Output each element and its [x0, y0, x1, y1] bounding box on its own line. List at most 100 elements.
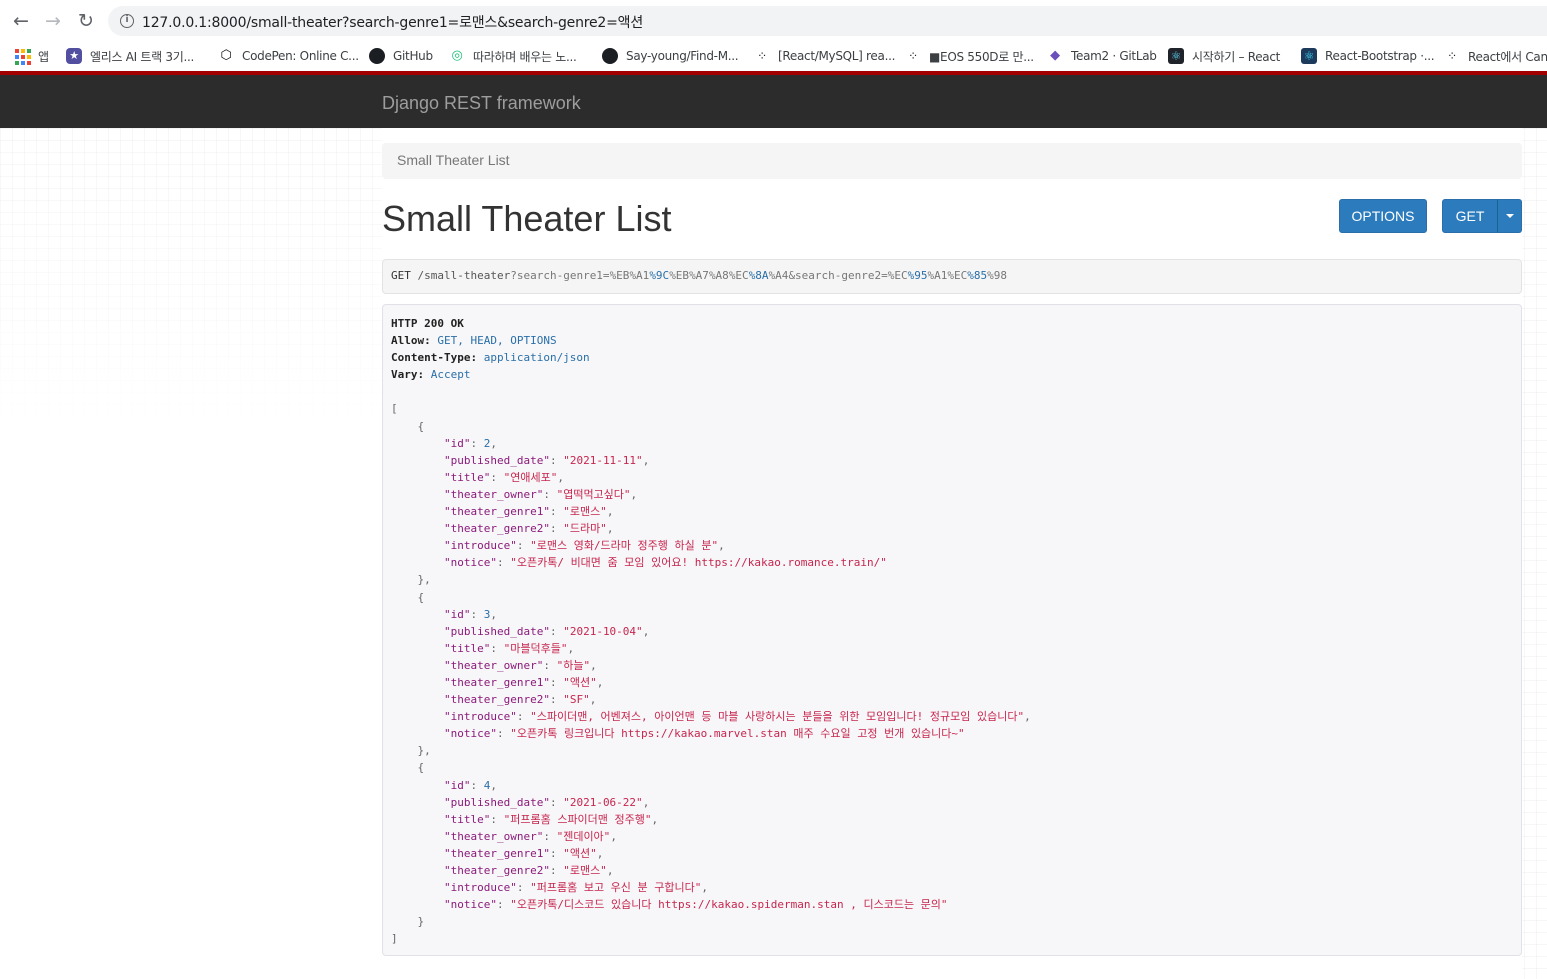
bookmark-inflearn[interactable]: ◎ 따라하며 배우는 노...: [449, 46, 576, 66]
breadcrumb-item[interactable]: Small Theater List: [397, 152, 510, 168]
json-string: "2021-06-22": [563, 795, 643, 809]
forward-arrow-icon[interactable]: →: [40, 8, 66, 34]
json-string: "퍼프롬홈 보고 우신 분 구합니다": [530, 881, 702, 895]
bookmarks-bar: 앱 ★ 엘리스 AI 트랙 3기... ⬡ CodePen: Online C.…: [0, 42, 1547, 70]
json-object-close: }: [391, 913, 1513, 930]
main-content: Small Theater List Small Theater List OP…: [382, 128, 1522, 979]
back-arrow-icon[interactable]: ←: [8, 8, 34, 34]
react-icon: ⚛: [1168, 48, 1184, 64]
background-fade: [0, 128, 382, 979]
bookmark-react[interactable]: ⚛ 시작하기 – React: [1168, 46, 1280, 66]
bookmark-velog-can[interactable]: ⁘ React에서 Can: [1444, 46, 1547, 66]
json-string: "로맨스": [563, 505, 607, 519]
json-field: "notice": "오픈카톡 링크입니다 https://kakao.marv…: [443, 727, 965, 741]
json-key: "theater_owner": [443, 829, 544, 843]
breadcrumb: Small Theater List: [382, 143, 1522, 179]
bookmark-label: ■EOS 550D로 만...: [929, 49, 1034, 64]
json-key: "theater_genre2": [443, 864, 550, 877]
bookmark-velog-eos[interactable]: ⁘ ■EOS 550D로 만...: [905, 46, 1034, 66]
query-segment: %EC: [947, 269, 968, 282]
json-string: "로맨스": [563, 864, 607, 877]
velog-icon: ⁘: [1447, 49, 1457, 63]
bookmark-apps[interactable]: 앱: [14, 46, 49, 66]
bookmark-react-bootstrap[interactable]: ⚛ React-Bootstrap ·...: [1301, 46, 1435, 66]
json-field: "published_date": "2021-10-04",: [443, 624, 650, 638]
header-line: Allow: GET, HEAD, OPTIONS: [391, 332, 1513, 349]
brand-link[interactable]: Django REST framework: [382, 93, 581, 114]
json-link[interactable]: https://kakao.spiderman.stan: [658, 898, 843, 911]
json-key: "theater_genre1": [443, 505, 550, 519]
bookmark-github-find[interactable]: Say-young/Find-M...: [602, 46, 739, 66]
json-key: "title": [443, 812, 491, 826]
json-object-open: {: [391, 759, 1513, 776]
velog-icon: ⁘: [908, 49, 918, 63]
json-link[interactable]: https://kakao.marvel.stan: [621, 727, 787, 740]
header-line: Content-Type: application/json: [391, 349, 1513, 366]
query-segment: %A1: [927, 269, 948, 282]
header-value: Accept: [424, 368, 471, 382]
json-key: "published_date": [443, 453, 550, 467]
query-segment: %EC: [887, 269, 908, 282]
bookmark-github[interactable]: GitHub: [369, 46, 433, 66]
query-segment: %98: [987, 269, 1008, 282]
json-string: "엽떡먹고싶다": [556, 487, 631, 501]
json-key: "introduce": [443, 881, 517, 895]
apps-grid-icon: [14, 48, 31, 65]
json-string: "로맨스 영화/드라마 정주행 하실 분": [530, 539, 719, 553]
json-field: "theater_genre1": "로맨스",: [443, 505, 614, 519]
json-brace: },: [391, 744, 431, 758]
json-key: "id": [443, 436, 471, 450]
site-info-icon[interactable]: i: [120, 14, 134, 28]
header-name: Allow:: [391, 334, 431, 348]
json-string: "오픈카톡 링크입니다: [510, 727, 622, 741]
json-object-close: },: [391, 571, 1513, 588]
bookmark-velog-react[interactable]: ⁘ [React/MySQL] rea...: [754, 46, 895, 66]
json-string: "액션": [563, 846, 597, 860]
json-brace: },: [391, 573, 431, 587]
bookmark-gitlab[interactable]: ◆ Team2 · GitLab: [1047, 46, 1157, 66]
query-segment: %A7: [689, 269, 709, 282]
json-field: "id": 3,: [443, 607, 497, 621]
json-field: "theater_genre1": "액션",: [443, 675, 604, 689]
json-brace: {: [391, 590, 425, 604]
inflearn-icon: ◎: [451, 48, 463, 63]
query-segment: %A4: [768, 269, 789, 282]
json-field: "theater_owner": "하늘",: [443, 658, 597, 672]
json-object-close: },: [391, 742, 1513, 759]
get-format-dropdown[interactable]: [1497, 199, 1522, 233]
browser-toolbar: ← → ↻ i 127.0.0.1:8000/small-theater?sea…: [0, 0, 1547, 42]
codepen-icon: ⬡: [220, 48, 232, 63]
json-field: "theater_genre2": "SF",: [443, 693, 597, 707]
json-link[interactable]: https://kakao.romance.train/: [695, 556, 880, 569]
navbar: Django REST framework: [0, 75, 1547, 128]
query-segment: %EB: [609, 269, 630, 282]
address-bar[interactable]: i 127.0.0.1:8000/small-theater?search-ge…: [108, 6, 1547, 36]
header-value: application/json: [477, 351, 590, 365]
json-field: "theater_owner": "엽떡먹고싶다",: [443, 487, 638, 501]
json-brace: {: [391, 419, 425, 433]
bookmark-codepen[interactable]: ⬡ CodePen: Online C...: [218, 46, 359, 66]
query-segment: &search-genre2=: [788, 269, 888, 282]
json-brace: {: [391, 761, 425, 775]
url-text[interactable]: 127.0.0.1:8000/small-theater?search-genr…: [142, 12, 643, 32]
json-field: "theater_genre2": "로맨스",: [443, 864, 614, 877]
json-object-open: {: [391, 418, 1513, 435]
get-button[interactable]: GET: [1442, 199, 1498, 233]
query-segment: %8A: [748, 269, 769, 282]
bookmark-elice[interactable]: ★ 엘리스 AI 트랙 3기...: [66, 46, 194, 66]
react-bootstrap-icon: ⚛: [1301, 48, 1317, 64]
gitlab-icon: ◆: [1050, 48, 1060, 63]
bookmark-label: 앱: [38, 49, 49, 64]
json-field: "title": "퍼프롬홈 스파이더맨 정주행",: [443, 812, 659, 826]
request-query: ?search-genre1=%EB%A1%9C%EB%A7%A8%EC%8A%…: [510, 269, 1007, 282]
json-field: "published_date": "2021-11-11",: [443, 453, 650, 467]
json-key: "published_date": [443, 795, 550, 809]
json-brace: }: [391, 915, 425, 929]
reload-icon[interactable]: ↻: [73, 8, 99, 34]
velog-icon: ⁘: [757, 49, 767, 63]
response-info: HTTP 200 OK Allow: GET, HEAD, OPTIONS Con…: [382, 304, 1522, 956]
json-object-open: {: [391, 589, 1513, 606]
options-button[interactable]: OPTIONS: [1339, 199, 1427, 233]
bookmark-label: 엘리스 AI 트랙 3기...: [90, 49, 195, 64]
request-info: GET /small-theater?search-genre1=%EB%A1%…: [382, 259, 1522, 294]
